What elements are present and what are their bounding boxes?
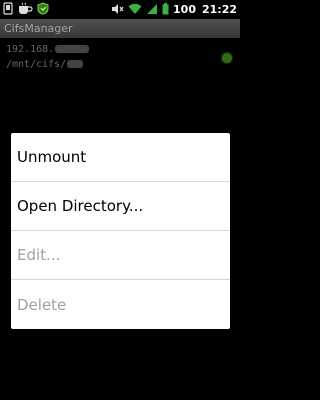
menu-item-label: Open Directory... bbox=[17, 197, 144, 215]
menu-item-edit: Edit... bbox=[11, 231, 230, 280]
status-bar: 100 21:22 bbox=[0, 0, 240, 19]
menu-item-open-directory[interactable]: Open Directory... bbox=[11, 182, 230, 231]
menu-item-unmount[interactable]: Unmount bbox=[11, 133, 230, 182]
battery-icon bbox=[162, 0, 169, 19]
menu-item-label: Delete bbox=[17, 295, 67, 314]
clock: 21:22 bbox=[201, 3, 237, 16]
coffee-icon bbox=[17, 0, 33, 19]
menu-item-delete: Delete bbox=[11, 280, 230, 329]
signal-icon bbox=[146, 0, 158, 19]
battery-percent: 100 bbox=[173, 3, 196, 16]
menu-item-label: Edit... bbox=[17, 246, 61, 264]
context-menu: Unmount Open Directory... Edit... Delete bbox=[11, 133, 230, 329]
menu-item-label: Unmount bbox=[17, 148, 87, 166]
status-left bbox=[3, 0, 49, 19]
wifi-icon bbox=[128, 0, 142, 19]
mute-icon bbox=[111, 0, 124, 19]
screen: 100 21:22 CifsManager 192.168. /mnt/cifs… bbox=[0, 0, 240, 400]
status-right: 100 21:22 bbox=[111, 0, 237, 19]
notification-icon bbox=[3, 0, 13, 19]
shield-icon bbox=[37, 0, 49, 19]
